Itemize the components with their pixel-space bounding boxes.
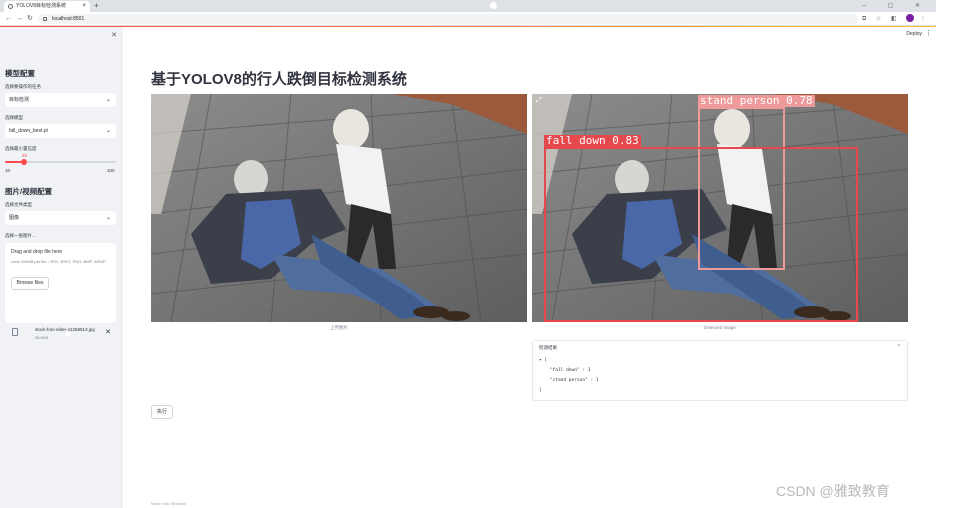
slider-value: 25 (22, 153, 28, 158)
browser-window: YOLOV8目标检测系统 × + – ▢ ✕ ← → ↻ localhost:8… (0, 0, 936, 508)
detection-label-fall-down: fall down 0.83 (544, 134, 641, 147)
site-info-icon[interactable] (43, 17, 47, 21)
browse-files-button[interactable]: Browse files (11, 277, 49, 290)
slider-thumb[interactable] (21, 159, 27, 165)
confidence-label: 选择最小置信度 (5, 146, 37, 151)
upload-label: 选择一张图片... (5, 233, 36, 238)
detected-image-caption: Detected Image (704, 325, 736, 330)
remove-file-icon[interactable]: ✕ (105, 328, 111, 336)
favicon-icon (8, 4, 13, 9)
task-label: 选择要操作的任务 (5, 84, 41, 89)
sidebar-close-icon[interactable]: ✕ (111, 31, 117, 39)
new-tab-icon[interactable]: + (94, 0, 99, 12)
source-label: 选择文件类型 (5, 202, 32, 207)
url-text: localhost:8501 (52, 16, 85, 22)
extension-icons[interactable]: ⧉ ☆ ◧ ⋮ (862, 12, 930, 26)
source-select[interactable]: 图像 ⌄ (5, 211, 116, 225)
model-select[interactable]: fall_down_best.pt ⌄ (5, 124, 116, 138)
uploaded-image (151, 94, 527, 322)
fullscreen-icon[interactable]: ⤢ (536, 97, 542, 105)
file-name: stock-foto-elder-41268913.jpg (35, 327, 95, 332)
task-select[interactable]: 目标检测 ⌄ (5, 93, 116, 107)
result-title: 检测结果 (539, 345, 557, 350)
uploaded-file: stock-foto-elder-41268913.jpg 36.8KB ✕ (5, 324, 116, 346)
file-icon (12, 328, 18, 336)
model-config-heading: 模型配置 (5, 69, 35, 78)
reload-icon[interactable]: ↻ (27, 12, 33, 26)
cursor-indicator (66, 332, 71, 337)
sidebar: ✕ 模型配置 选择要操作的任务 目标检测 ⌄ 选择模型 fall_down_be… (0, 27, 123, 508)
tab-title: YOLOV8目标检测系统 (16, 3, 67, 9)
main-content: Deploy ⋮ 基于YOLOV8的行人跌倒目标检测系统 上传图片 ⤢ stan… (123, 27, 936, 508)
uploaded-photo (151, 94, 527, 322)
slider-min: 10 (5, 168, 11, 173)
detection-result-panel[interactable]: 检测结果 ⌃ ▾ [ "fall down" : 1 "stand person… (532, 340, 908, 401)
footer-text[interactable]: Made with Streamlit (151, 501, 186, 506)
tab-strip: YOLOV8目标检测系统 × + – ▢ ✕ (0, 0, 936, 12)
watermark: CSDN @雅致教育 (776, 483, 890, 499)
confidence-slider[interactable] (5, 159, 116, 165)
forward-icon[interactable]: → (16, 12, 23, 26)
slider-max: 100 (107, 168, 115, 173)
detection-label-stand-person: stand person 0.78 (698, 94, 815, 107)
task-select-value: 目标检测 (9, 97, 30, 103)
chevron-down-icon: ⌄ (105, 97, 111, 103)
main-menu-icon[interactable]: ⋮ (925, 29, 932, 37)
file-size: 36.8KB (35, 335, 49, 340)
chevron-up-icon[interactable]: ⌃ (897, 344, 901, 350)
chevron-down-icon: ⌄ (105, 215, 111, 221)
tab-indicator (490, 2, 497, 9)
uploader-title: Drag and drop file here (11, 249, 63, 255)
window-controls[interactable]: – ▢ ✕ (863, 0, 930, 12)
browser-toolbar: ← → ↻ localhost:8501 ⧉ ☆ ◧ ⋮ (0, 12, 936, 26)
source-select-value: 图像 (9, 215, 20, 221)
back-icon[interactable]: ← (5, 12, 12, 26)
tab-close-icon[interactable]: × (82, 1, 86, 12)
detection-box-fall-down (544, 147, 858, 322)
uploaded-image-caption: 上传图片 (330, 325, 348, 330)
deploy-button[interactable]: Deploy (906, 31, 922, 37)
profile-avatar[interactable] (906, 14, 915, 23)
result-json: ▾ [ "fall down" : 1 "stand person" : 1 ] (539, 358, 599, 393)
browser-tab[interactable]: YOLOV8目标检测系统 × (4, 1, 90, 12)
file-uploader[interactable]: Drag and drop file here Limit 200MB per … (5, 243, 116, 323)
address-bar[interactable]: localhost:8501 (38, 14, 858, 24)
run-button[interactable]: 执行 (151, 405, 173, 419)
detected-image: ⤢ stand person 0.78 fall down 0.83 (532, 94, 908, 322)
media-config-heading: 图片/视频配置 (5, 187, 53, 196)
uploader-hint: Limit 200MB per file • JPG, JPEG, PNG, B… (11, 259, 106, 264)
model-label: 选择模型 (5, 115, 23, 120)
model-select-value: fall_down_best.pt (9, 128, 48, 134)
page-title: 基于YOLOV8的行人跌倒目标检测系统 (151, 71, 407, 88)
chevron-down-icon: ⌄ (105, 128, 111, 134)
